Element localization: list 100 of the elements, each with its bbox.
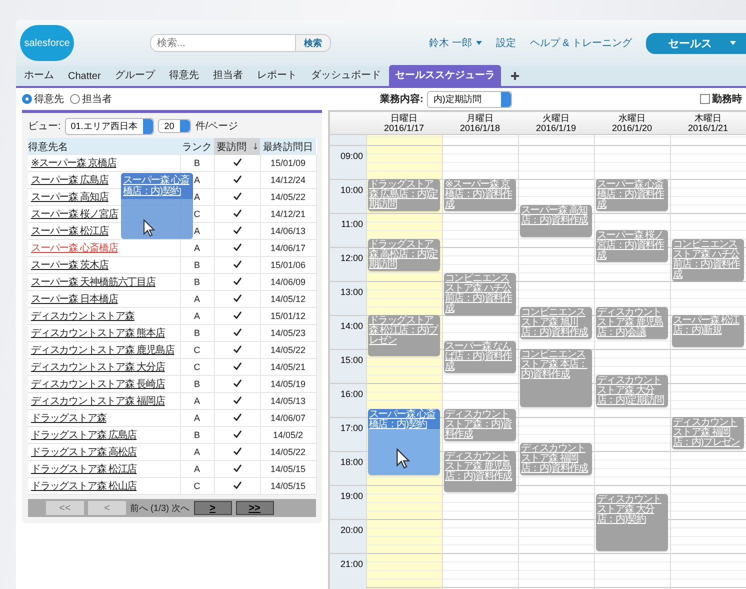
table-cell: 14/06/17 [270,243,306,253]
pager-button[interactable]: >> [236,501,274,515]
table-cell: A [194,311,200,321]
radio-button[interactable] [70,94,80,104]
customer-link[interactable]: ディスカウントストア森 福岡店 [31,396,165,407]
time-label: 20:00 [340,525,363,535]
customer-link[interactable]: ドラッグストア森 [31,413,106,424]
customer-link[interactable]: ドラッグストア森 高松店 [31,447,137,458]
weekday-label: 水曜日 [618,113,646,123]
column-header[interactable]: 最終訪問日 [260,138,316,155]
table-cell: 14/06/09 [270,277,306,287]
pager-button[interactable]: > [194,501,232,515]
customer-link[interactable]: ※スーパー森 京橋店 [31,158,116,169]
cursor-icon [143,219,155,237]
column-header[interactable]: 得意先名 [28,138,180,155]
customer-link[interactable]: スーパー森 広島店 [31,175,108,186]
table-cell: 14/05/23 [270,328,306,338]
table-cell: 14/05/12 [270,294,306,304]
drag-preview[interactable]: スーパー森 心斎橋店：内)契約 [121,173,193,239]
time-label: 16:00 [340,389,363,399]
view-label: ビュー: [28,120,61,133]
table-cell: 14/06/13 [270,226,306,236]
header-link[interactable]: 設定 [496,36,516,50]
caret-icon[interactable] [476,41,482,45]
nav-tab[interactable]: 得意先 [162,65,205,86]
column-header[interactable]: ランク [180,138,214,155]
time-label: 09:00 [340,151,363,161]
table-cell: C [194,481,200,491]
time-label: 14:00 [340,321,363,331]
nav-tab[interactable]: レポート [250,65,303,86]
table-cell: B [194,260,200,270]
nav-tab[interactable]: セールススケジューラ [388,65,501,86]
logo[interactable]: salesforce [20,25,74,61]
filter-label: 業務内容: [380,92,424,106]
time-label: 13:00 [340,287,363,297]
table-cell: B [194,328,200,338]
customer-link[interactable]: スーパー森 心斎橋店 [31,243,118,254]
calendar-event[interactable]: スーパー森 心斎橋店：内)契約 [368,408,440,474]
customer-link[interactable]: ドラッグストア森 松山店 [31,481,137,492]
table-cell: C [194,345,200,355]
checkbox[interactable] [700,94,710,104]
time-label: 21:00 [340,559,363,569]
customer-link[interactable]: スーパー森 天神橋筋六丁目店 [31,277,156,288]
table-cell: 14/05/2 [272,430,304,440]
nav-tab[interactable]: グループ [108,65,161,86]
table-cell: A [194,243,200,253]
customer-link[interactable]: ディスカウントストア森 [31,311,134,322]
task-type-select[interactable]: 内)定期訪問 [427,90,512,108]
table-cell: 14/12/24 [270,175,306,185]
nav-tab[interactable]: Chatter [62,68,107,86]
view-select[interactable]: 01.エリア西日本 [64,118,154,134]
table-cell: A [194,175,200,185]
customer-link[interactable]: ディスカウントストア森 大分店 [31,362,165,373]
user-menu[interactable]: 鈴木 一郎 [428,36,472,50]
radio-label: 担当者 [82,92,112,106]
table-cell: 14/05/22 [270,192,306,202]
nav-tab[interactable]: 担当者 [206,65,249,86]
table-cell: 14/06/07 [270,413,306,423]
plus-icon[interactable] [510,72,519,80]
table-cell: 14/05/15 [270,481,306,491]
nav-tab[interactable]: ホーム [18,65,60,86]
customer-link[interactable]: スーパー森 桜ノ宮店 [31,209,118,220]
column-header[interactable]: 要訪問 [214,138,260,155]
table-cell: 14/05/22 [270,345,306,355]
customer-link[interactable]: ドラッグストア森 松江店 [31,464,137,475]
date-label: 2016/1/18 [460,123,500,133]
table-cell: A [194,226,200,236]
header-link[interactable]: ヘルプ & トレーニング [530,36,632,50]
table-cell: B [194,277,200,287]
app-menu-button[interactable]: セールス [646,32,746,54]
table-cell: 14/05/19 [270,379,306,389]
radio-button[interactable] [22,94,32,104]
customer-link[interactable]: スーパー森 茨木店 [31,260,108,271]
customer-link[interactable]: ディスカウントストア森 鹿児島店 [31,345,174,356]
table-cell: A [194,464,200,474]
table-cell: 14/05/22 [270,447,306,457]
search-field[interactable]: 検索... [150,34,296,52]
nav-tab[interactable]: ダッシュボード [304,65,387,86]
page-size-select[interactable]: 20 [158,119,192,133]
date-label: 2016/1/17 [384,123,424,133]
customer-link[interactable]: スーパー森 高知店 [31,192,108,203]
customer-link[interactable]: スーパー森 日本橋店 [31,294,118,305]
table-cell: C [194,209,200,219]
search-button[interactable]: 検索 [296,34,331,52]
caret-icon [730,41,736,45]
time-label: 12:00 [340,253,363,263]
customer-link[interactable]: ディスカウントストア森 長崎店 [31,379,165,390]
table-cell: 15/01/12 [270,311,306,321]
page-status: 前へ (1/3) 次へ [130,502,190,514]
table-cell: C [194,362,200,372]
checkbox-label: 勤務時 [712,92,742,106]
table-cell: B [194,430,200,440]
table-cell: 14/05/15 [270,464,306,474]
customer-link[interactable]: ドラッグストア森 広島店 [31,430,137,441]
table-cell: A [194,447,200,457]
customer-link[interactable]: ディスカウントストア森 熊本店 [31,328,165,339]
customer-link[interactable]: スーパー森 松江店 [31,226,108,237]
cursor-icon [396,448,410,468]
table-cell: A [194,192,200,202]
weekday-label: 日曜日 [390,113,418,123]
